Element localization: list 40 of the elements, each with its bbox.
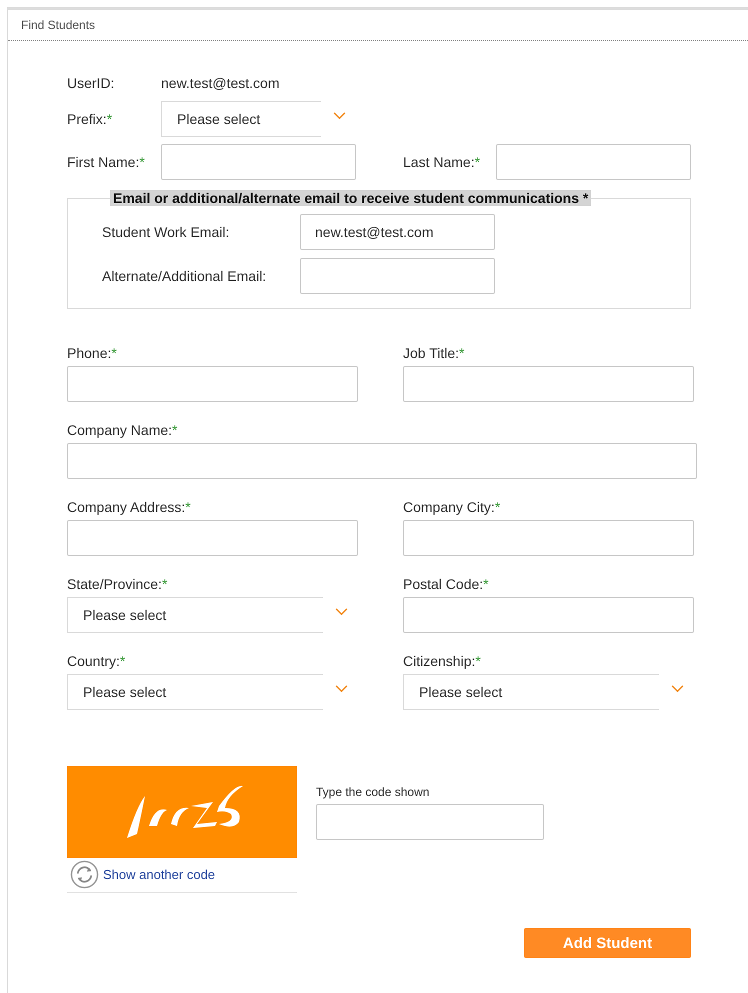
field-label: Phone:* [67,345,118,361]
field-label: Company Address:* [67,499,192,515]
chevron-down-icon[interactable] [333,112,346,120]
chevron-down-icon[interactable] [335,608,348,616]
show-another-code-link[interactable]: Show another code [103,867,216,882]
panel-title: Find Students [21,18,96,32]
field-label: Last Name:* [403,154,482,170]
input-field[interactable] [403,520,694,556]
field-label: First Name:* [67,154,146,170]
input-field[interactable] [496,144,691,180]
input-field[interactable] [300,258,495,294]
field-label: Company City:* [403,499,502,515]
input-field[interactable] [403,366,694,402]
chevron-down-icon[interactable] [335,685,348,693]
select-field[interactable]: Please select [403,674,659,710]
select-field[interactable]: Please select [67,674,323,710]
field-label: Citizenship:* [403,653,482,669]
field-label: Alternate/Additional Email: [102,268,268,284]
input-field[interactable] [67,520,358,556]
field-label: State/Province:* [67,576,168,592]
field-label: UserID: [67,75,116,91]
field-label: Postal Code:* [403,576,490,592]
select-field[interactable]: Please select [161,101,321,137]
field-label: Country:* [67,653,126,669]
refresh-icon[interactable] [70,860,99,889]
input-field[interactable]: new.test@test.com [300,214,495,250]
user-id-value: new.test@test.com [161,75,280,91]
input-field[interactable] [403,597,694,633]
field-label: Company Name:* [67,422,178,438]
field-label: Job Title:* [403,345,466,361]
group-legend: Email or additional/alternate email to receive student communications * [110,190,592,206]
input-field[interactable] [161,144,356,180]
field-label: Student Work Email: [102,224,230,240]
select-field[interactable]: Please select [67,597,323,633]
input-field[interactable] [316,804,544,840]
chevron-down-icon[interactable] [671,685,684,693]
field-label: Type the code shown [316,785,430,799]
input-field[interactable] [67,366,358,402]
input-field[interactable] [67,443,697,479]
field-label: Prefix:* [67,111,114,127]
